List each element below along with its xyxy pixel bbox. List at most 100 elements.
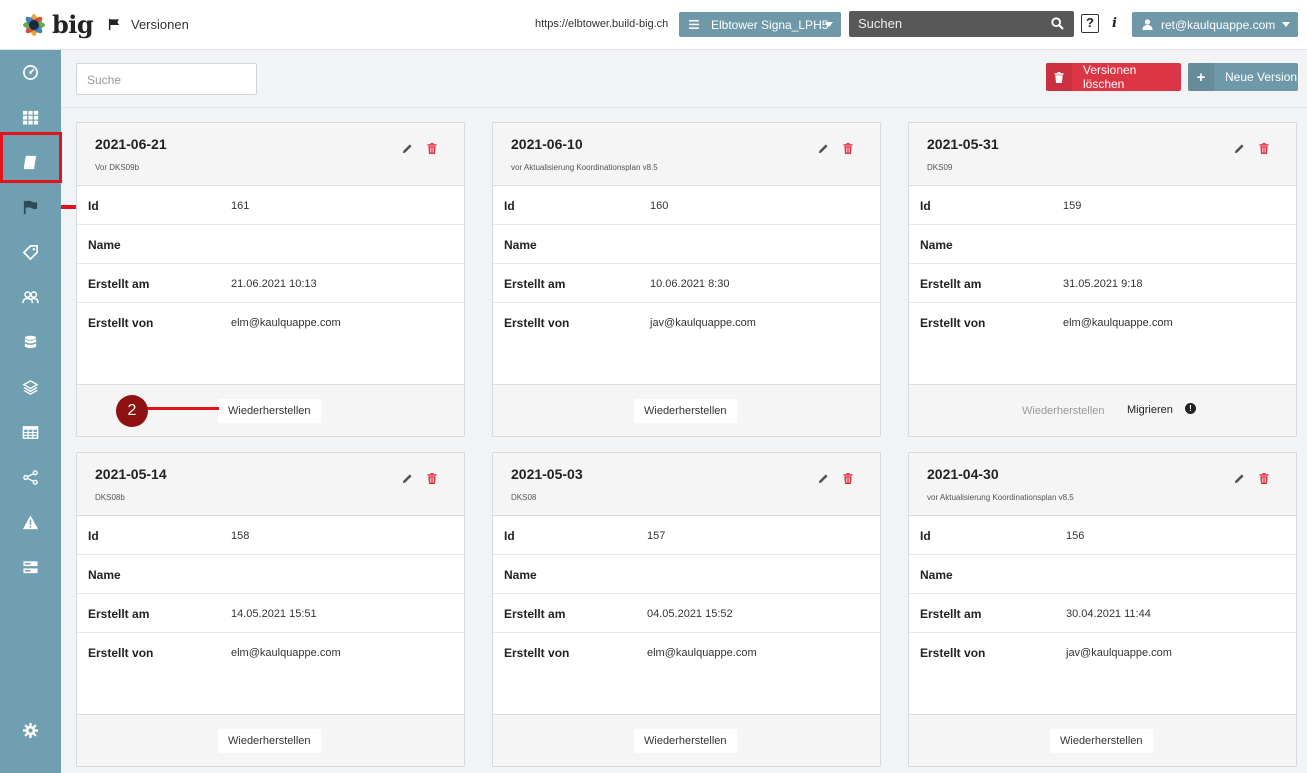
- sidebar-item-settings[interactable]: [0, 710, 61, 750]
- field-row-created-at: Erstellt am 30.04.2021 11:44: [909, 594, 1296, 633]
- restore-button[interactable]: Wiederherstellen: [218, 729, 321, 753]
- field-label: Name: [504, 238, 537, 252]
- sidebar-item-table[interactable]: [0, 412, 61, 452]
- field-label: Name: [920, 568, 953, 582]
- field-label: Erstellt von: [504, 316, 570, 330]
- trash-icon[interactable]: [427, 473, 438, 484]
- flag-icon: [23, 200, 38, 214]
- breadcrumb-label: Versionen: [131, 17, 189, 32]
- pencil-icon[interactable]: [818, 143, 829, 154]
- annotation-highlight-box: [0, 132, 62, 183]
- field-value: 30.04.2021 11:44: [1066, 608, 1151, 620]
- user-menu-button[interactable]: ret@kaulquappe.com: [1132, 12, 1298, 37]
- restore-button[interactable]: Wiederherstellen: [634, 399, 737, 423]
- restore-button[interactable]: Wiederherstellen: [1012, 399, 1115, 423]
- sidebar-item-users[interactable]: [0, 277, 61, 317]
- warning-icon: [22, 514, 39, 529]
- table-icon: [22, 425, 39, 439]
- field-row-created-at: Erstellt am 21.06.2021 10:13: [77, 264, 464, 303]
- field-row-name: Name: [77, 225, 464, 264]
- version-title: 2021-05-31: [927, 136, 999, 152]
- field-row-created-at: Erstellt am 31.05.2021 9:18: [909, 264, 1296, 303]
- field-row-name: Name: [493, 555, 880, 594]
- version-card: 2021-06-10 vor Aktualisierung Koordinatio…: [492, 122, 881, 437]
- field-label: Erstellt am: [88, 607, 150, 621]
- dashboard-icon: [23, 64, 38, 80]
- field-value: 21.06.2021 10:13: [231, 278, 317, 290]
- sidebar-item-grid[interactable]: [0, 97, 61, 137]
- trash-icon[interactable]: [427, 143, 438, 154]
- plus-icon: +: [1188, 63, 1214, 91]
- field-value: 31.05.2021 9:18: [1063, 278, 1143, 290]
- flag-icon: [108, 18, 120, 31]
- big-logo[interactable]: big: [17, 8, 94, 42]
- version-card-header: 2021-05-31 DKS09: [909, 123, 1296, 186]
- field-label: Id: [920, 529, 931, 543]
- trash-icon[interactable]: [843, 143, 854, 154]
- version-card-footer: Wiederherstellen: [493, 384, 880, 436]
- field-value: 159: [1063, 200, 1082, 212]
- trash-icon[interactable]: [843, 473, 854, 484]
- new-version-button[interactable]: + Neue Version: [1188, 63, 1298, 91]
- field-value: 04.05.2021 15:52: [647, 608, 733, 620]
- migrate-button[interactable]: Migrieren: [1127, 404, 1173, 416]
- version-title: 2021-05-14: [95, 466, 167, 482]
- trash-icon[interactable]: [1259, 473, 1270, 484]
- sidebar-item-tags[interactable]: [0, 232, 61, 272]
- project-select[interactable]: Elbtower Signa_LPH5: [679, 12, 841, 37]
- field-value: 157: [647, 530, 666, 542]
- project-url: https://elbtower.build-big.ch: [535, 18, 669, 30]
- pencil-icon[interactable]: [402, 473, 413, 484]
- version-card-header: 2021-05-03 DKS08: [493, 453, 880, 516]
- version-description: vor Aktualisierung Koordinationsplan v8.…: [511, 163, 658, 172]
- version-card: 2021-05-31 DKS09 Id 159 Name Erstellt am 31.05…: [908, 122, 1297, 437]
- field-value: elm@kaulquappe.com: [1063, 317, 1173, 329]
- field-label: Erstellt von: [920, 316, 986, 330]
- sidebar-item-database[interactable]: [0, 322, 61, 362]
- sidebar-item-layers[interactable]: [0, 367, 61, 407]
- restore-button[interactable]: Wiederherstellen: [218, 399, 321, 423]
- logo-text: big: [52, 10, 94, 39]
- list-icon: [689, 20, 699, 29]
- sidebar-item-warnings[interactable]: [0, 502, 61, 542]
- version-card-header: 2021-04-30 vor Aktualisierung Koordinatio…: [909, 453, 1296, 516]
- field-label: Id: [88, 199, 99, 213]
- version-search-input[interactable]: Suche: [76, 63, 257, 95]
- version-title: 2021-06-10: [511, 136, 583, 152]
- users-icon: [22, 290, 39, 303]
- new-version-label: Neue Version: [1225, 70, 1298, 84]
- global-search-placeholder: Suchen: [858, 16, 903, 31]
- field-row-name: Name: [77, 555, 464, 594]
- trash-icon[interactable]: [1259, 143, 1270, 154]
- help-button[interactable]: ?: [1081, 14, 1099, 33]
- info-icon[interactable]: i: [1112, 16, 1117, 31]
- user-email: ret@kaulquappe.com: [1161, 17, 1276, 32]
- sidebar-item-share[interactable]: [0, 457, 61, 497]
- field-value: 14.05.2021 15:51: [231, 608, 317, 620]
- sidebar-item-server[interactable]: [0, 547, 61, 587]
- pencil-icon[interactable]: [1234, 473, 1245, 484]
- annotation-marker-2: 2: [116, 395, 148, 427]
- version-card: 2021-05-14 DKS08b Id 158 Name Erstellt am 14.0…: [76, 452, 465, 767]
- restore-button[interactable]: Wiederherstellen: [634, 729, 737, 753]
- pencil-icon[interactable]: [402, 143, 413, 154]
- info-icon[interactable]: !: [1185, 403, 1196, 414]
- field-label: Name: [504, 568, 537, 582]
- flower-logo-icon: [23, 14, 45, 36]
- delete-versions-button[interactable]: Versionen löschen: [1046, 63, 1181, 91]
- project-select-label: Elbtower Signa_LPH5: [711, 17, 829, 32]
- version-description: vor Aktualisierung Koordinationsplan v8.…: [927, 493, 1074, 502]
- sidebar-item-versions[interactable]: [0, 187, 61, 227]
- pencil-icon[interactable]: [818, 473, 829, 484]
- field-row-created-at: Erstellt am 14.05.2021 15:51: [77, 594, 464, 633]
- share-icon: [23, 469, 38, 485]
- global-search-input[interactable]: Suchen: [849, 11, 1074, 37]
- field-label: Name: [88, 568, 121, 582]
- field-label: Erstellt am: [504, 607, 566, 621]
- pencil-icon[interactable]: [1234, 143, 1245, 154]
- sidebar-item-dashboard[interactable]: [0, 52, 61, 92]
- version-card-footer: Wiederherstellen Migrieren!: [909, 384, 1296, 436]
- search-icon[interactable]: [1051, 17, 1064, 30]
- restore-button[interactable]: Wiederherstellen: [1050, 729, 1153, 753]
- version-card-footer: Wiederherstellen: [493, 714, 880, 766]
